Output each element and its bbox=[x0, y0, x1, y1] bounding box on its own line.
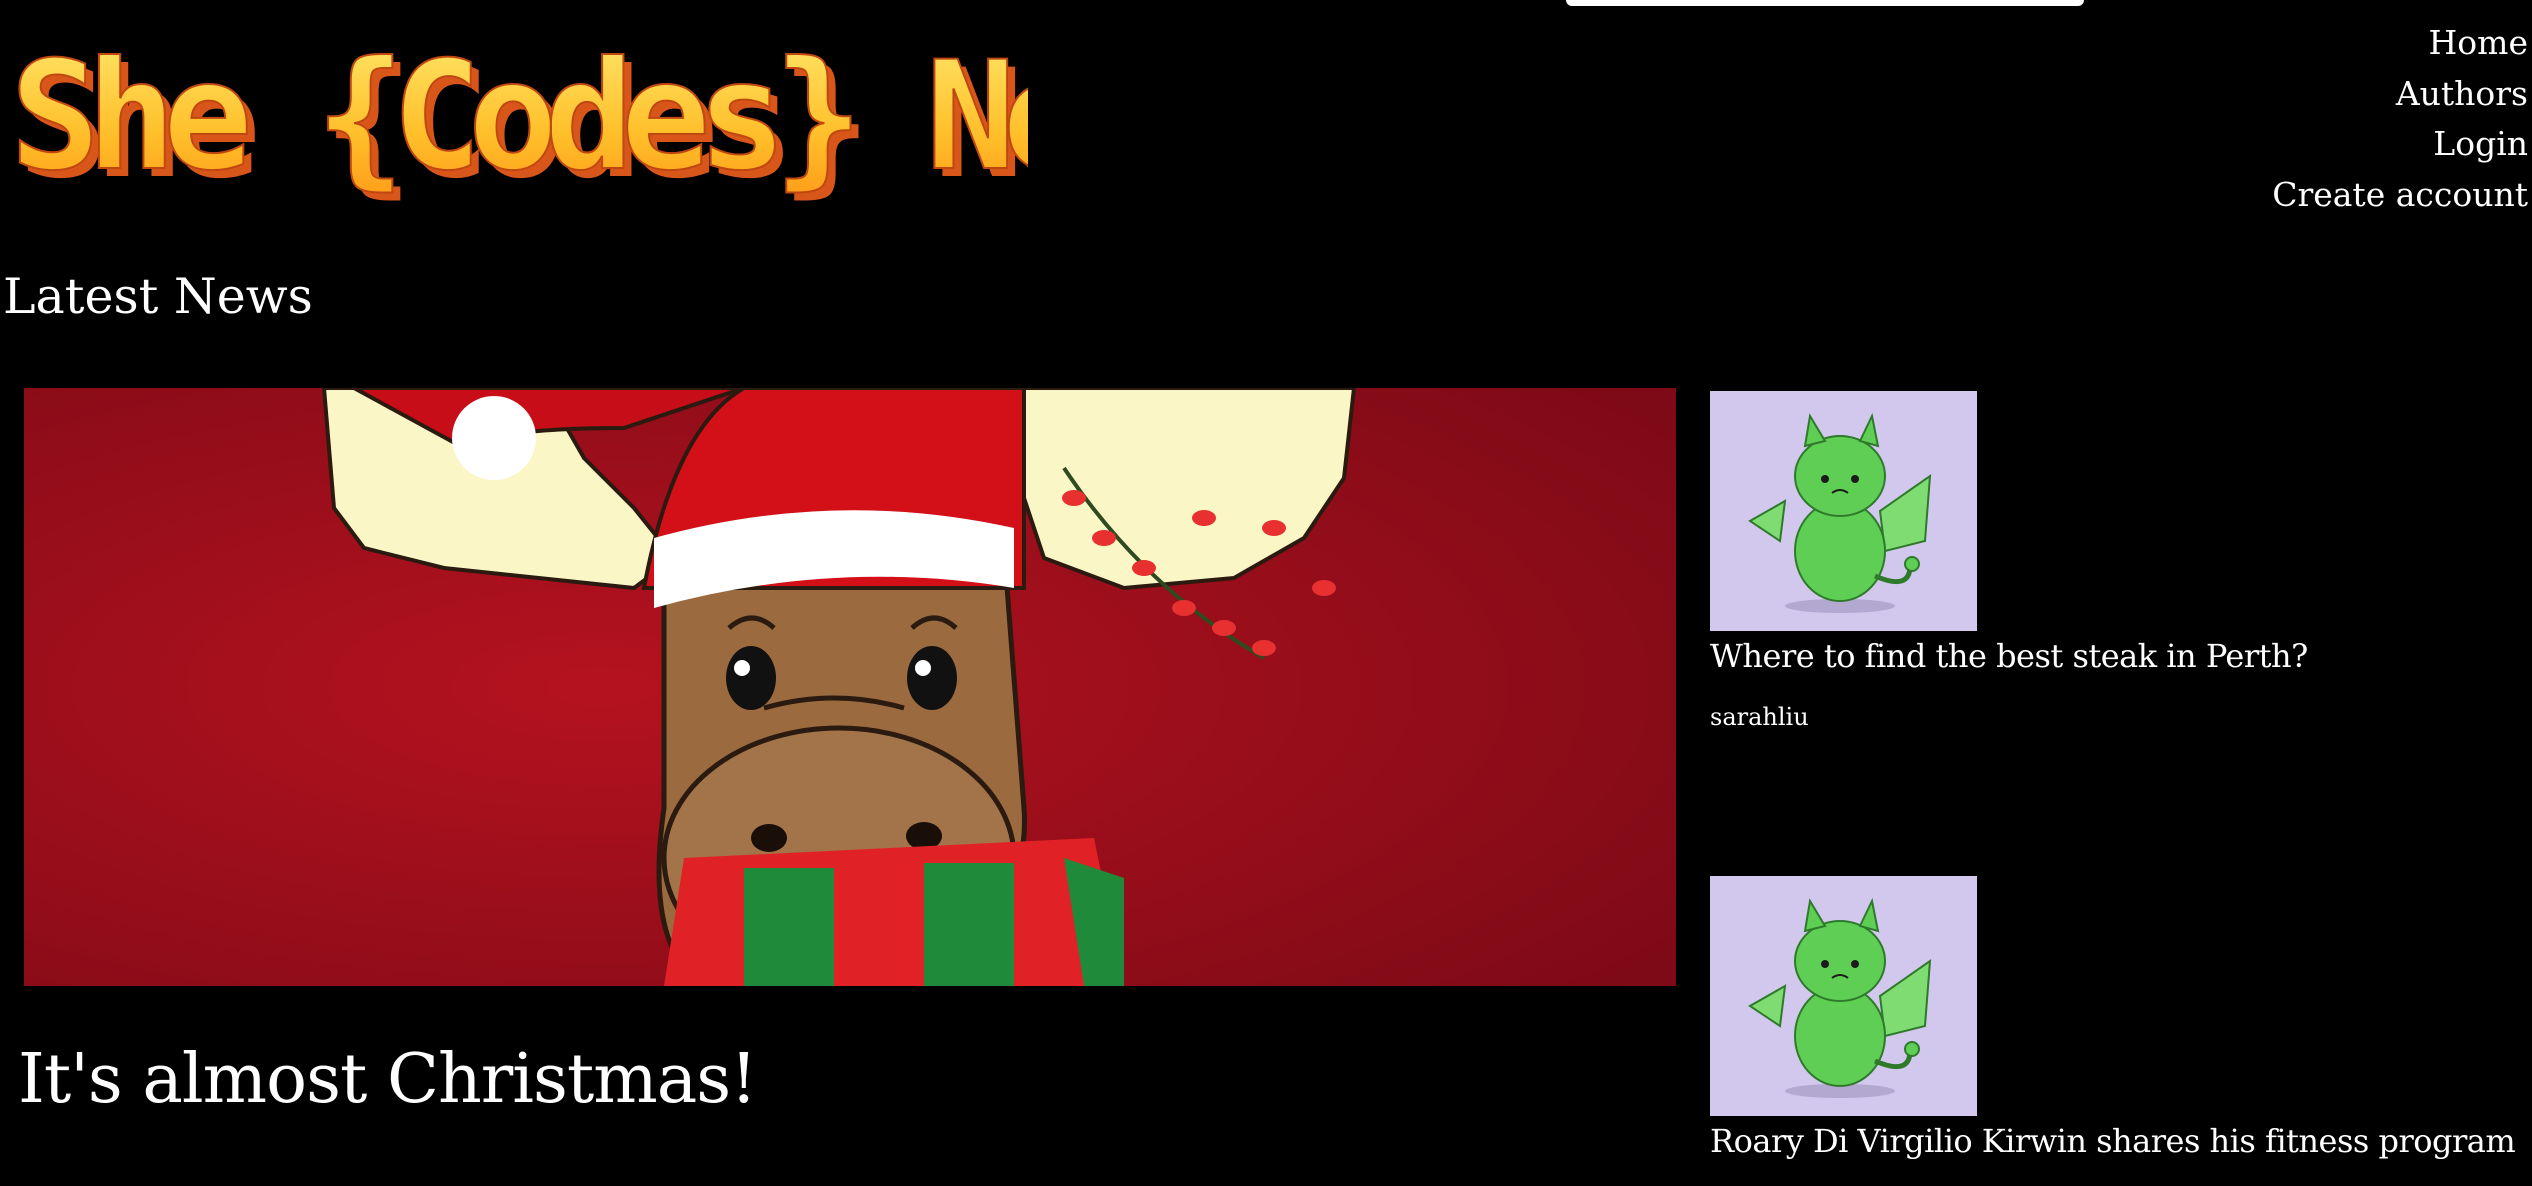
story-thumbnail[interactable] bbox=[1710, 876, 1977, 1116]
green-dragon-illustration bbox=[1710, 876, 1977, 1116]
nav-login-link[interactable]: Login bbox=[2272, 119, 2528, 170]
story-title[interactable]: Where to find the best steak in Perth? bbox=[1710, 637, 2510, 675]
nav-create-account-link[interactable]: Create account bbox=[2272, 170, 2528, 221]
top-search-field[interactable] bbox=[1566, 0, 2084, 6]
site-logo-graphic: She {Codes} News She {Codes} News bbox=[9, 29, 1256, 212]
site-logo[interactable]: She {Codes} News She {Codes} News bbox=[8, 29, 1256, 212]
featured-story-title[interactable]: It's almost Christmas! bbox=[18, 1040, 757, 1119]
main-nav: Home Authors Login Create account bbox=[2272, 18, 2528, 220]
story-title[interactable]: Roary Di Virgilio Kirwin shares his fitn… bbox=[1710, 1122, 2516, 1160]
story-author[interactable]: sarahliu bbox=[1710, 703, 2510, 731]
story-card[interactable]: Where to find the best steak in Perth? s… bbox=[1710, 391, 2510, 731]
story-card[interactable]: Roary Di Virgilio Kirwin shares his fitn… bbox=[1710, 876, 2516, 1160]
logo-text: She {Codes} News bbox=[10, 38, 1028, 204]
section-title: Latest News bbox=[3, 268, 313, 325]
nav-home-link[interactable]: Home bbox=[2272, 18, 2528, 69]
christmas-moose-illustration bbox=[24, 388, 1676, 986]
green-dragon-illustration bbox=[1710, 391, 1977, 631]
nav-authors-link[interactable]: Authors bbox=[2272, 69, 2528, 120]
story-thumbnail[interactable] bbox=[1710, 391, 1977, 631]
featured-story-image[interactable] bbox=[24, 388, 1676, 986]
